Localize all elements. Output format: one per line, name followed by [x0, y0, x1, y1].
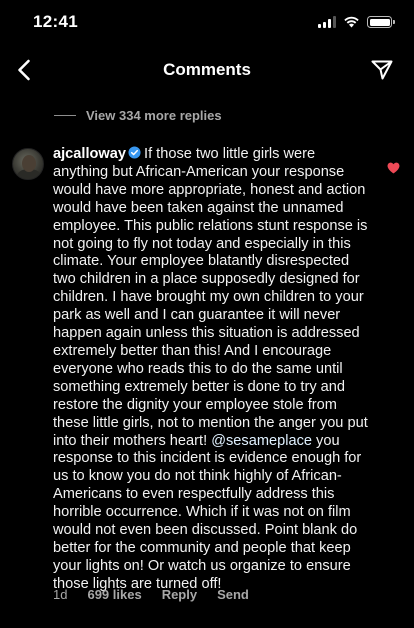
send-button[interactable]: Send	[217, 587, 249, 602]
share-button[interactable]	[366, 54, 398, 86]
status-bar: 12:41	[0, 0, 414, 48]
comment-text-part-1: If those two little girls were anything …	[53, 146, 368, 449]
reply-button[interactable]: Reply	[162, 587, 197, 602]
battery-icon	[367, 16, 395, 28]
avatar[interactable]	[12, 148, 44, 180]
comment-username[interactable]: ajcalloway	[53, 146, 126, 162]
status-time: 12:41	[33, 12, 78, 31]
like-button[interactable]	[382, 157, 404, 179]
paper-plane-icon	[371, 60, 393, 80]
wifi-icon	[344, 16, 359, 28]
replies-divider-line	[54, 115, 76, 116]
verified-badge-icon	[128, 146, 141, 159]
cellular-signal-icon	[318, 16, 336, 28]
comment-likes-count[interactable]: 699 likes	[87, 587, 141, 602]
comment-meta-row: 1d 699 likes Reply Send	[53, 587, 249, 602]
comment-text: ajcalloway If those two little girls were…	[53, 146, 373, 594]
comment-text-part-2: you response to this incident is evidenc…	[53, 432, 362, 592]
page-title: Comments	[163, 60, 251, 79]
comment-mention[interactable]: @sesameplace	[211, 433, 312, 449]
status-icons	[318, 16, 395, 28]
header: Comments	[0, 48, 414, 92]
comment-age: 1d	[53, 587, 68, 602]
view-more-replies-label: View 334 more replies	[86, 108, 222, 123]
view-more-replies-link[interactable]: View 334 more replies	[54, 108, 222, 123]
heart-filled-icon	[387, 162, 399, 174]
